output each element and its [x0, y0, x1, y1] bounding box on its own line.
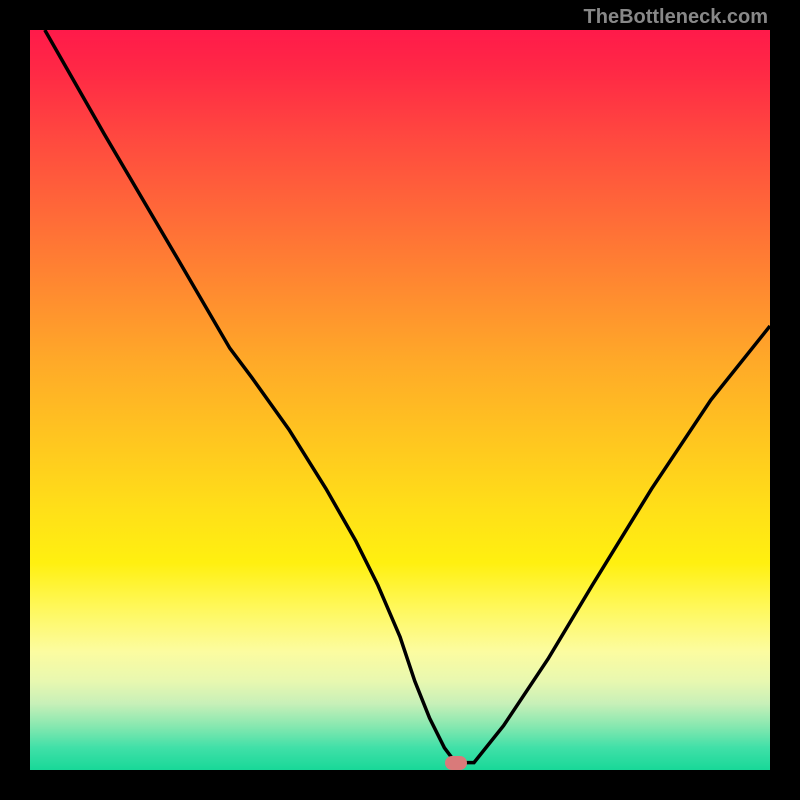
minimum-marker	[445, 756, 467, 770]
bottleneck-curve	[45, 30, 770, 763]
curve-svg	[30, 30, 770, 770]
plot-area	[30, 30, 770, 770]
watermark-text: TheBottleneck.com	[584, 6, 768, 29]
chart-container: TheBottleneck.com	[0, 0, 800, 800]
